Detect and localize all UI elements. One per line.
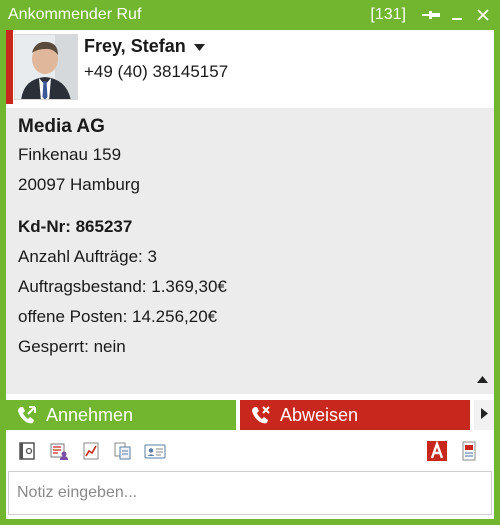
contacts-icon[interactable]	[48, 440, 70, 462]
call-counter: [131]	[370, 6, 406, 23]
close-icon[interactable]	[472, 4, 494, 26]
title-bar[interactable]: Ankommender Ruf [131]	[6, 0, 494, 30]
reject-button[interactable]: Abweisen	[240, 400, 470, 430]
pin-icon[interactable]	[420, 4, 442, 26]
street: Finkenau 159	[18, 145, 122, 164]
chevron-right-icon	[480, 406, 488, 424]
status-marker	[6, 30, 13, 104]
accept-button[interactable]: Annehmen	[6, 400, 236, 430]
toolbar	[6, 438, 494, 464]
more-options-button[interactable]	[474, 400, 494, 430]
customer-info-panel: Media AG Finkenau 159 20097 Hamburg Kd-N…	[6, 108, 494, 394]
call-actions: Annehmen Abweisen	[6, 400, 494, 430]
order-stock: Auftragsbestand: 1.369,30€	[18, 277, 227, 296]
city: 20097 Hamburg	[18, 175, 140, 194]
avatar	[14, 34, 78, 100]
phone-accept-icon	[16, 404, 38, 426]
minimize-icon[interactable]	[446, 4, 468, 26]
documents-icon[interactable]	[112, 440, 134, 462]
open-items: offene Posten: 14.256,20€	[18, 307, 218, 326]
contact-card-icon[interactable]	[16, 440, 38, 462]
locked-status: Gesperrt: nein	[18, 337, 126, 356]
caller-name-row[interactable]: Frey, Stefan	[84, 36, 205, 57]
orders-count: Anzahl Aufträge: 3	[18, 247, 157, 266]
scroll-up-icon[interactable]	[477, 370, 488, 388]
caller-name[interactable]: Frey, Stefan	[84, 36, 186, 57]
accept-label: Annehmen	[46, 404, 134, 425]
customer-number: Kd-Nr: 865237	[18, 217, 133, 236]
chart-icon[interactable]	[80, 440, 102, 462]
caller-phone: +49 (40) 38145157	[84, 62, 229, 81]
note-input[interactable]	[9, 472, 491, 514]
business-card-icon[interactable]	[144, 440, 166, 462]
pdf-icon[interactable]	[426, 440, 448, 462]
note-field[interactable]	[8, 471, 492, 515]
company-name: Media AG	[18, 116, 105, 137]
window-content: Frey, Stefan +49 (40) 38145157 Media AG …	[6, 30, 494, 519]
phone-reject-icon	[250, 404, 272, 426]
window-title: Ankommender Ruf	[8, 6, 142, 23]
reject-label: Abweisen	[280, 404, 359, 425]
chevron-down-icon[interactable]	[193, 38, 205, 56]
caller-header: Frey, Stefan +49 (40) 38145157	[6, 30, 494, 104]
incoming-call-window: Ankommender Ruf [131] Frey, Stefan +49 (…	[0, 0, 500, 525]
report-icon[interactable]	[458, 440, 480, 462]
